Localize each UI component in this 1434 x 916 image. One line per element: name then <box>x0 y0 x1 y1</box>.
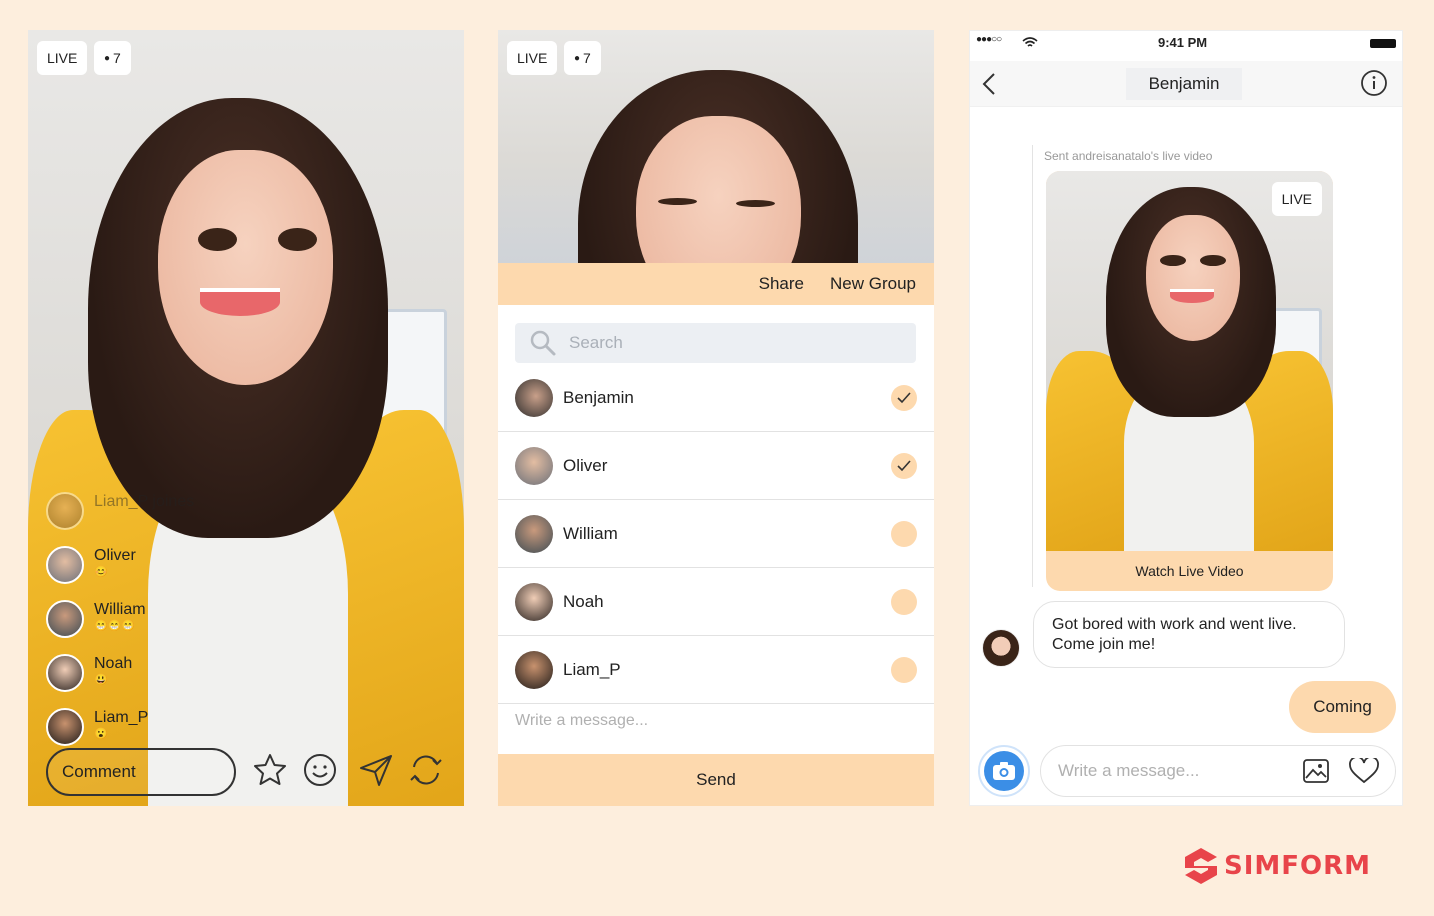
eye-icon: ● <box>104 52 111 64</box>
live-badge: LIVE <box>37 41 88 75</box>
status-time: 9:41 PM <box>1158 35 1208 50</box>
avatar <box>46 708 84 746</box>
message-input[interactable]: Write a message... <box>1040 745 1396 797</box>
share-screen: LIVE ● 7 Share New Group Search Benjamin… <box>498 30 934 806</box>
unselected-checkbox[interactable] <box>891 520 917 547</box>
joiner-name: Liam_P joines <box>94 493 195 510</box>
avatar <box>46 546 84 584</box>
viewer-count-badge: ● 7 <box>94 41 131 75</box>
video-thumbnail <box>1046 171 1333 551</box>
status-bar: ●●●○○ 9:41 PM <box>970 31 1402 55</box>
simform-logo-icon <box>1185 848 1217 884</box>
checkmark-icon <box>897 459 911 471</box>
joiner-emoji: 😊 <box>94 566 108 578</box>
camera-icon <box>993 762 1015 780</box>
back-arrow-icon[interactable] <box>982 72 996 96</box>
star-icon[interactable] <box>252 752 288 788</box>
shared-live-video-card[interactable]: LIVE Watch Live Video <box>1046 171 1333 591</box>
rotate-camera-icon[interactable] <box>408 752 444 788</box>
image-icon[interactable] <box>1303 759 1329 783</box>
shared-video-note: Sent andreisanatalo's live video <box>1044 149 1213 163</box>
send-button[interactable]: Send <box>498 754 934 806</box>
avatar <box>515 650 553 689</box>
watch-live-video-button[interactable]: Watch Live Video <box>1046 551 1333 591</box>
list-item: Liam_P joines <box>46 492 286 546</box>
joiner-name: William <box>94 601 146 618</box>
live-stream-screen: LIVE ● 7 Liam_P joines Oliver 😊 William 😁😁… <box>28 30 464 806</box>
avatar <box>982 629 1020 667</box>
list-item: Noah 😃 <box>46 654 286 708</box>
heart-icon[interactable] <box>1349 758 1379 784</box>
contact-row-william[interactable]: William <box>498 500 934 568</box>
comment-input[interactable]: Comment <box>46 748 236 796</box>
camera-button[interactable] <box>978 745 1030 797</box>
live-badge: LIVE <box>1271 182 1322 216</box>
live-badge: LIVE <box>507 41 558 75</box>
avatar <box>515 378 553 417</box>
contact-row-benjamin[interactable]: Benjamin <box>498 364 934 432</box>
avatar <box>46 600 84 638</box>
avatar <box>46 654 84 692</box>
battery-icon <box>1370 39 1396 48</box>
smiley-icon[interactable] <box>302 752 338 788</box>
message-placeholder: Write a message... <box>1058 761 1200 780</box>
contact-name: Liam_P <box>563 659 621 679</box>
brand-name: SIMFORM <box>1224 851 1372 881</box>
contact-name: William <box>563 523 618 543</box>
new-group-tab[interactable]: New Group <box>830 274 916 294</box>
contact-name: Noah <box>563 591 604 611</box>
joiner-name: Liam_P <box>94 709 149 726</box>
joiner-name: Noah <box>94 655 133 672</box>
list-item: William 😁😁😁 <box>46 600 286 654</box>
joiner-name: Oliver <box>94 547 136 564</box>
send-icon[interactable] <box>358 752 394 788</box>
contact-name: Benjamin <box>563 387 634 407</box>
contact-row-liam-p[interactable]: Liam_P <box>498 636 934 704</box>
contact-row-oliver[interactable]: Oliver <box>498 432 934 500</box>
share-tab[interactable]: Share <box>759 274 804 294</box>
search-placeholder: Search <box>569 333 623 352</box>
eye-icon: ● <box>574 52 581 64</box>
avatar <box>515 514 553 553</box>
avatar <box>515 446 553 485</box>
viewer-count: 7 <box>113 50 121 66</box>
incoming-message: Got bored with work and went live. Come … <box>1033 601 1345 668</box>
checkmark-icon <box>897 391 911 403</box>
avatar <box>515 582 553 621</box>
message-input[interactable]: Write a message... <box>515 712 648 730</box>
joiner-emoji: 😮 <box>94 728 108 740</box>
contact-name: Oliver <box>563 455 608 475</box>
joiner-list: Liam_P joines Oliver 😊 William 😁😁😁 Noah 😃 L… <box>46 492 286 762</box>
selected-checkbox[interactable] <box>891 384 917 411</box>
search-icon <box>530 330 556 356</box>
joiner-emoji: 😃 <box>94 674 108 686</box>
brand-logo: SIMFORM <box>1182 845 1371 887</box>
info-icon[interactable] <box>1360 69 1388 97</box>
wifi-icon <box>1022 37 1038 47</box>
signal-icon: ●●●○○ <box>976 34 1002 45</box>
reply-thread-line <box>1032 145 1033 587</box>
chat-header: Benjamin <box>970 61 1402 107</box>
viewer-count: 7 <box>583 50 591 66</box>
list-item: Oliver 😊 <box>46 546 286 600</box>
avatar <box>46 492 84 530</box>
selected-checkbox[interactable] <box>891 452 917 479</box>
chat-screen: ●●●○○ 9:41 PM Benjamin Sent andreisanata… <box>969 30 1403 806</box>
contact-title: Benjamin <box>1126 68 1242 100</box>
joiner-emoji: 😁😁😁 <box>94 620 136 632</box>
share-toolbar: Share New Group <box>498 263 934 305</box>
contact-row-noah[interactable]: Noah <box>498 568 934 636</box>
unselected-checkbox[interactable] <box>891 588 917 615</box>
unselected-checkbox[interactable] <box>891 656 917 683</box>
viewer-count-badge: ● 7 <box>564 41 601 75</box>
search-input[interactable]: Search <box>515 323 916 363</box>
outgoing-message: Coming <box>1289 681 1396 733</box>
